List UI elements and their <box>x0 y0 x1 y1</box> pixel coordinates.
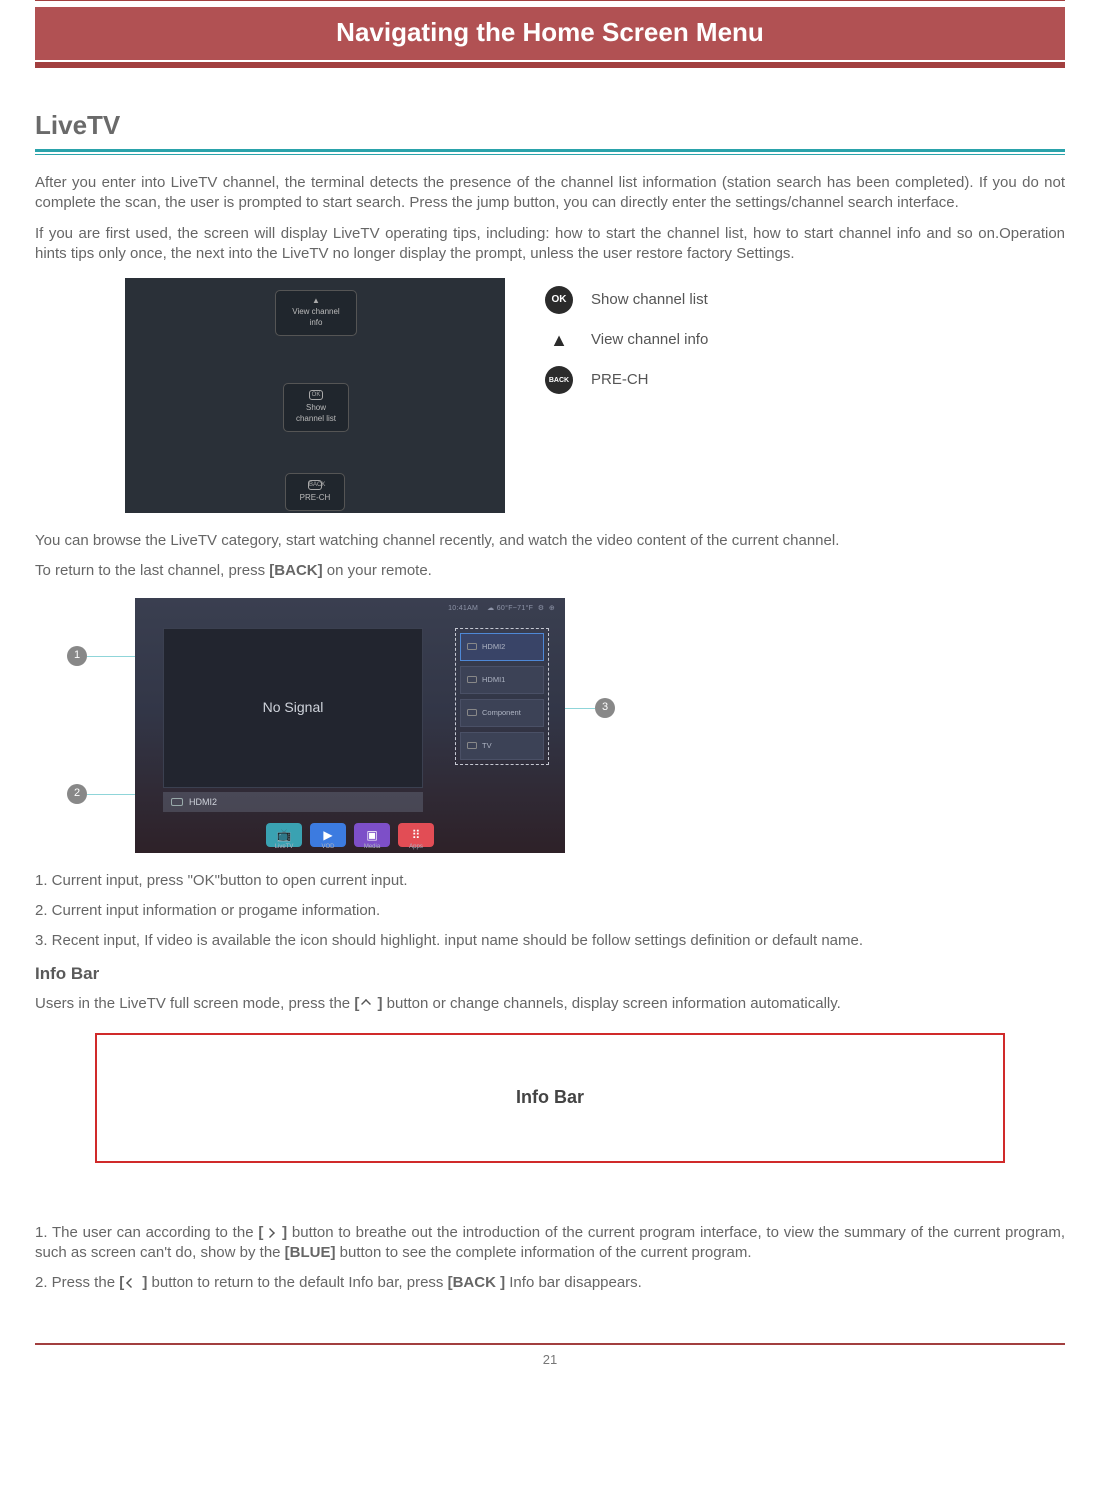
settings-icon: ⚙ <box>538 605 545 612</box>
input-icon <box>467 709 477 716</box>
text-bold: [BACK ] <box>448 1274 506 1291</box>
app-label: Media <box>354 843 390 851</box>
input-list: HDMI2 HDMI1 Component TV <box>455 628 549 765</box>
input-label: TV <box>482 741 492 751</box>
hint-bubble-mid: OK Show channel list <box>283 383 349 432</box>
text-bold: [ ] <box>354 995 382 1012</box>
legend: OK Show channel list ▲ View channel info… <box>545 286 708 408</box>
teal-rule-thick <box>35 149 1065 152</box>
hint-text: PRE-CH <box>300 493 331 502</box>
list-item: 1. Current input, press "OK"button to op… <box>35 871 1065 891</box>
info-bar-label: Info Bar <box>516 1085 584 1109</box>
tv-home-screenshot: 10:41AM ☁ 60°F~71°F ⚙ ⊕ No Signal HDMI2 … <box>135 598 565 853</box>
text: button to return to the default Info bar… <box>147 1274 447 1291</box>
text: on your remote. <box>323 562 432 579</box>
text: Info bar disappears. <box>505 1274 642 1291</box>
tv-hints-screenshot: ▲ View channel info OK Show channel list… <box>125 278 505 513</box>
paragraph: You can browse the LiveTV category, star… <box>35 531 1065 551</box>
input-label: HDMI1 <box>482 675 505 685</box>
text: Users in the LiveTV full screen mode, pr… <box>35 995 354 1012</box>
input-label: HDMI2 <box>482 642 505 652</box>
paragraph: 2. Press the [ ] button to return to the… <box>35 1273 1065 1293</box>
text-bold: [BLUE] <box>285 1244 336 1261</box>
back-button-icon: BACK <box>545 366 573 394</box>
text-bold: [ ] <box>258 1224 287 1241</box>
input-label: Component <box>482 708 521 718</box>
chevron-up-icon <box>361 999 371 1009</box>
text-bold: [BACK] <box>269 562 322 579</box>
teal-rule-thin <box>35 154 1065 155</box>
input-icon <box>467 676 477 683</box>
weather-icon: ☁ <box>487 605 494 612</box>
text: button to see the complete information o… <box>336 1244 752 1261</box>
input-item: HDMI1 <box>460 666 544 694</box>
text-bold: [ ] <box>119 1274 147 1291</box>
preview-pane: No Signal <box>163 628 423 788</box>
legend-row-ok: OK Show channel list <box>545 286 708 314</box>
paragraph: Users in the LiveTV full screen mode, pr… <box>35 994 1065 1014</box>
banner-underline <box>35 62 1065 68</box>
input-item: TV <box>460 732 544 760</box>
hint-bubble-bot: BACK PRE-CH <box>285 473 345 511</box>
info-bar-figure: Info Bar <box>95 1033 1005 1163</box>
back-icon: BACK <box>308 480 322 490</box>
paragraph: If you are first used, the screen will d… <box>35 224 1065 265</box>
app-label: VOD <box>310 843 346 851</box>
app-label: Apps <box>398 843 434 851</box>
list-item: 2. Current input information or progame … <box>35 901 1065 921</box>
section-title: LiveTV <box>35 108 1065 143</box>
callout-3: 3 <box>595 698 615 718</box>
ok-icon: OK <box>309 390 323 400</box>
up-arrow-icon: ▲ <box>545 328 573 352</box>
legend-text: View channel info <box>591 330 708 350</box>
legend-text: Show channel list <box>591 290 708 310</box>
legend-text: PRE-CH <box>591 370 649 390</box>
notification-icon: ⊕ <box>549 605 555 612</box>
status-bar: 10:41AM ☁ 60°F~71°F ⚙ ⊕ <box>448 604 555 613</box>
app-label: LiveTV <box>266 843 302 851</box>
page-banner: Navigating the Home Screen Menu <box>35 7 1065 60</box>
text: To return to the last channel, press <box>35 562 269 579</box>
legend-row-back: BACK PRE-CH <box>545 366 708 394</box>
callout-2: 2 <box>67 784 87 804</box>
text: 1. The user can according to the <box>35 1224 258 1241</box>
input-item: HDMI2 <box>460 633 544 661</box>
app-labels: LiveTV VOD Media Apps <box>135 843 565 851</box>
input-item: Component <box>460 699 544 727</box>
hint-text: View channel info <box>292 307 339 327</box>
paragraph: To return to the last channel, press [BA… <box>35 561 1065 581</box>
figure-1-row: ▲ View channel info OK Show channel list… <box>125 278 1065 513</box>
current-input-label: HDMI2 <box>189 796 217 808</box>
paragraph: After you enter into LiveTV channel, the… <box>35 173 1065 214</box>
figure-2-wrap: 1 2 3 10:41AM ☁ 60°F~71°F ⚙ ⊕ No Signal … <box>95 598 595 853</box>
legend-row-up: ▲ View channel info <box>545 328 708 352</box>
list-item: 3. Recent input, If video is available t… <box>35 931 1065 951</box>
status-weather: 60°F~71°F <box>497 605 534 612</box>
input-icon <box>467 742 477 749</box>
text: button or change channels, display scree… <box>382 995 840 1012</box>
chevron-right-icon <box>265 1228 275 1238</box>
ok-button-icon: OK <box>545 286 573 314</box>
hint-text: Show channel list <box>296 403 336 423</box>
chevron-left-icon <box>126 1278 136 1288</box>
status-time: 10:41AM <box>448 605 478 612</box>
hint-bubble-top: ▲ View channel info <box>275 290 357 336</box>
text: 2. Press the <box>35 1274 119 1291</box>
footer-rule <box>35 1343 1065 1345</box>
current-input-bar: HDMI2 <box>163 792 423 812</box>
up-arrow-icon: ▲ <box>286 297 346 305</box>
preview-text: No Signal <box>263 698 324 717</box>
paragraph: 1. The user can according to the [ ] but… <box>35 1223 1065 1264</box>
subheading: Info Bar <box>35 963 1065 986</box>
input-icon <box>467 643 477 650</box>
callout-1: 1 <box>67 646 87 666</box>
page-number: 21 <box>35 1351 1065 1369</box>
input-icon <box>171 798 183 806</box>
top-rule <box>35 0 1065 1</box>
